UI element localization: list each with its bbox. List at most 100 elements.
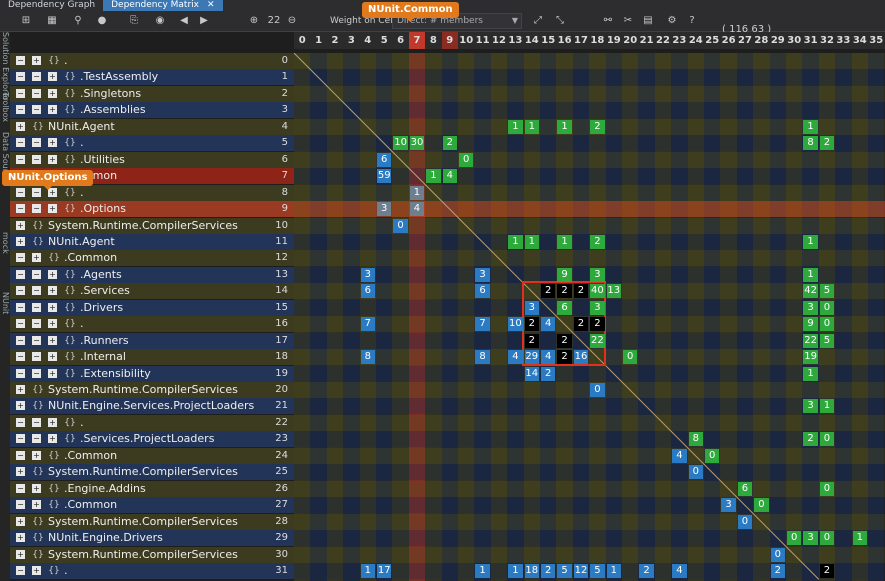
matrix-cell[interactable]: 3 [803, 531, 818, 546]
matrix-cell[interactable]: 17 [377, 563, 392, 578]
matrix-cell[interactable]: 0 [819, 317, 835, 332]
expand-toggle-icon[interactable]: − [16, 302, 25, 312]
matrix-cell[interactable]: 1 [475, 563, 490, 578]
row-header[interactable]: − + {} .Common 24 [10, 447, 294, 464]
matrix-cell[interactable]: 29 [524, 350, 539, 365]
expand-toggle-icon[interactable]: + [48, 335, 57, 345]
expand-toggle-icon[interactable]: − [16, 72, 25, 82]
matrix-cell[interactable]: 3 [590, 300, 605, 315]
gear-icon[interactable]: ⚙ [664, 13, 680, 29]
matrix-cell[interactable]: 4 [672, 448, 687, 463]
expand-toggle-icon[interactable]: + [32, 56, 41, 65]
export-icon[interactable]: ⎘ [126, 13, 142, 29]
expand-toggle-icon[interactable]: − [32, 352, 41, 362]
unlink-icon[interactable]: ✂ [620, 13, 636, 29]
matrix-cell[interactable]: 2 [573, 317, 589, 332]
matrix-cell[interactable]: 0 [393, 218, 408, 233]
expand-toggle-icon[interactable]: + [32, 565, 41, 575]
matrix-cell[interactable]: 10 [508, 317, 523, 332]
column-header[interactable]: 30 [786, 32, 802, 49]
column-header[interactable]: 29 [770, 32, 786, 49]
column-header[interactable]: 1 [310, 32, 326, 49]
column-header[interactable]: 0 [294, 32, 310, 49]
column-header[interactable]: 22 [655, 32, 671, 49]
expand-toggle-icon[interactable]: − [32, 302, 41, 312]
row-header[interactable]: − + {}. 0 [10, 53, 294, 69]
side-tab[interactable]: mock [0, 232, 10, 254]
expand-toggle-icon[interactable]: − [16, 269, 25, 279]
row-header[interactable]: − + {} .Common 12 [10, 250, 294, 267]
column-header[interactable]: 14 [524, 32, 540, 49]
circle-icon[interactable]: ● [94, 13, 110, 29]
column-header[interactable]: 3 [343, 32, 359, 49]
matrix-cell[interactable]: 8 [803, 136, 818, 151]
column-header[interactable]: 11 [474, 32, 490, 49]
expand-toggle-icon[interactable]: − [16, 565, 25, 575]
matrix-cell[interactable]: 2 [819, 136, 835, 151]
matrix-cell[interactable]: 1 [557, 234, 572, 249]
matrix-cell[interactable]: 4 [672, 563, 687, 578]
matrix-cell[interactable]: 16 [573, 350, 589, 365]
expand-toggle-icon[interactable]: − [32, 72, 41, 82]
dependency-matrix[interactable]: 1 1 1 2 1 10 30 2 8 2 6 0 59 1 4 1 3 4 0 1 1 1 2 1 3 3 9 3 1 6 6 2 2 2 40 1… [294, 53, 885, 581]
expand-toggle-icon[interactable]: + [48, 88, 57, 98]
matrix-cell[interactable]: 6 [475, 284, 490, 299]
expand-toggle-icon[interactable]: − [16, 434, 25, 444]
column-header[interactable]: 25 [704, 32, 720, 49]
row-header[interactable]: + {} NUnit.Engine.Drivers 29 [10, 530, 294, 547]
expand-toggle-icon[interactable]: − [32, 154, 41, 164]
row-header[interactable]: + {} System.Runtime.CompilerServices 25 [10, 464, 294, 481]
column-header[interactable]: 23 [671, 32, 687, 49]
row-header[interactable]: − − +{}. 22 [10, 414, 294, 431]
matrix-cell[interactable]: 22 [590, 333, 605, 348]
matrix-cell[interactable]: 30 [409, 136, 425, 151]
matrix-cell[interactable]: 3 [360, 267, 375, 282]
expand-toggle-icon[interactable]: − [16, 286, 25, 296]
expand-toggle-icon[interactable]: + [48, 138, 57, 148]
zoom-out-icon[interactable]: ⊖ [284, 13, 300, 29]
matrix-cell[interactable]: 0 [737, 514, 753, 529]
matrix-cell[interactable]: 1 [524, 234, 539, 249]
matrix-cell[interactable]: 40 [590, 284, 605, 299]
expand-toggle-icon[interactable]: + [48, 105, 57, 115]
column-header[interactable]: 19 [606, 32, 622, 49]
row-header[interactable]: − + {} .Common 27 [10, 497, 294, 514]
expand-toggle-icon[interactable]: + [16, 121, 25, 131]
matrix-cell[interactable]: 2 [590, 234, 605, 249]
matrix-cell[interactable]: 1 [803, 366, 818, 381]
column-header[interactable]: 24 [688, 32, 704, 49]
matrix-cell[interactable]: 3 [590, 267, 605, 282]
matrix-cell[interactable]: 2 [590, 317, 605, 332]
column-header[interactable]: 16 [556, 32, 572, 49]
matrix-cell[interactable]: 3 [803, 399, 818, 414]
column-header[interactable]: 12 [491, 32, 507, 49]
expand-toggle-icon[interactable]: − [16, 483, 25, 493]
expand-toggle-icon[interactable]: + [48, 368, 57, 378]
expand-toggle-icon[interactable]: − [16, 88, 25, 98]
expand-toggle-icon[interactable]: − [16, 500, 25, 510]
row-header[interactable]: − − +{}. 16 [10, 316, 294, 333]
matrix-cell[interactable]: 6 [360, 284, 375, 299]
expand-toggle-icon[interactable]: − [16, 138, 25, 148]
row-header[interactable]: + {} NUnit.Engine.Services.ProjectLoaders 2… [10, 398, 294, 415]
row-header[interactable]: − − +{} .Assemblies 3 [10, 102, 294, 119]
matrix-cell[interactable]: 4 [409, 202, 425, 217]
expand-toggle-icon[interactable]: − [32, 335, 41, 345]
matrix-cell[interactable]: 5 [590, 563, 605, 578]
matrix-cell[interactable]: 1 [852, 531, 867, 546]
row-header[interactable]: + {} NUnit.Agent 11 [10, 233, 294, 250]
expand-toggle-icon[interactable]: + [48, 352, 57, 362]
matrix-cell[interactable]: 3 [803, 300, 818, 315]
expand-toggle-icon[interactable]: + [32, 500, 41, 510]
matrix-cell[interactable]: 22 [803, 333, 818, 348]
matrix-cell[interactable]: 9 [557, 267, 572, 282]
matrix-cell[interactable]: 4 [541, 317, 556, 332]
matrix-cell[interactable]: 0 [819, 481, 835, 496]
matrix-cell[interactable]: 1 [508, 563, 523, 578]
matrix-cell[interactable]: 10 [393, 136, 408, 151]
column-header[interactable]: 13 [507, 32, 523, 49]
expand-toggle-icon[interactable]: − [16, 105, 25, 115]
row-header[interactable]: − − +{} .Drivers 15 [10, 299, 294, 316]
matrix-cell[interactable]: 1 [524, 119, 539, 134]
column-header[interactable]: 33 [835, 32, 851, 49]
